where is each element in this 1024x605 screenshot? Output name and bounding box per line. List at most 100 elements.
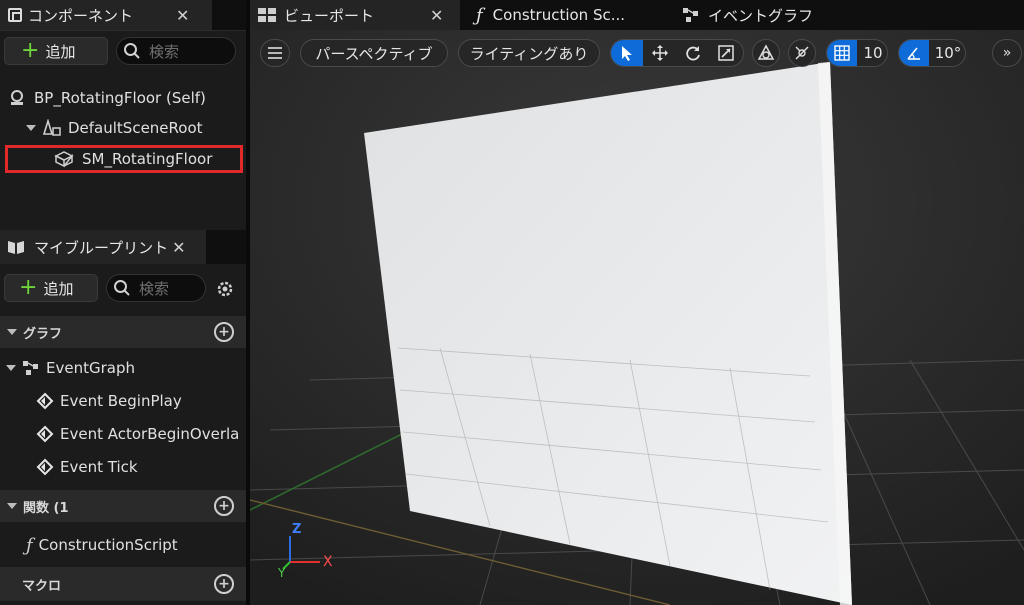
tab-components[interactable]: コンポーネント ✕ — [0, 0, 212, 30]
rotation-snap-control: 10° — [898, 39, 966, 67]
tab-event-graph[interactable]: イベントグラフ — [682, 0, 882, 30]
blueprint-tabbar: マイブループリント ✕ — [0, 230, 246, 264]
chevron-down-icon — [7, 329, 17, 335]
search-icon — [124, 43, 140, 59]
event-diamond-icon — [36, 458, 54, 476]
blueprint-search-input[interactable]: 検索 — [106, 274, 206, 302]
list-item-eventgraph[interactable]: EventGraph — [0, 353, 246, 383]
scale-icon — [718, 45, 734, 61]
transform-tools — [610, 39, 744, 67]
list-item-label: Event BeginPlay — [60, 392, 182, 410]
rotation-snap-value[interactable]: 10° — [930, 40, 966, 66]
section-label: グラフ — [23, 326, 63, 342]
axis-y-label: Y — [278, 566, 286, 580]
double-chevron-right-icon: » — [1002, 45, 1012, 61]
plus-icon: + — [19, 275, 38, 300]
tree-item-label: DefaultSceneRoot — [68, 119, 203, 137]
event-graph-icon — [683, 8, 698, 22]
gear-icon[interactable] — [214, 278, 236, 300]
tab-components-label: コンポーネント — [28, 6, 134, 25]
viewport-icon — [258, 8, 276, 22]
tab-label: Construction Sc... — [492, 6, 626, 24]
list-item-event[interactable]: Event ActorBeginOverla — [0, 419, 246, 449]
tab-my-blueprint-label: マイブループリント — [34, 238, 169, 257]
list-item-event[interactable]: Event Tick — [0, 452, 246, 482]
add-label: 追加 — [45, 42, 76, 61]
tree-item-sm-rotatingfloor[interactable]: SM_RotatingFloor — [4, 144, 246, 174]
list-item-event[interactable]: Event BeginPlay — [0, 386, 246, 416]
perspective-button[interactable]: パースペクティブ — [300, 39, 448, 67]
close-icon[interactable]: ✕ — [430, 6, 443, 25]
tab-viewport[interactable]: ビューポート ✕ — [250, 0, 460, 30]
chevron-down-icon — [6, 365, 16, 371]
lighting-button[interactable]: ライティングあり — [458, 39, 600, 67]
angle-icon — [907, 47, 920, 60]
axis-z-label: Z — [292, 522, 302, 537]
tab-construction-script[interactable]: ƒ Construction Sc... — [464, 0, 674, 30]
search-placeholder: 検索 — [149, 42, 180, 61]
component-icon — [8, 8, 22, 22]
surface-snap-button[interactable] — [788, 39, 816, 67]
hamburger-icon — [268, 47, 282, 59]
rotate-icon — [686, 46, 700, 61]
add-label: 追加 — [43, 279, 74, 298]
grid-snap-control: 10 — [826, 39, 888, 67]
section-macros[interactable]: マクロ + — [0, 567, 246, 601]
tab-my-blueprint[interactable]: マイブループリント ✕ — [0, 230, 206, 264]
more-options-button[interactable]: » — [992, 39, 1022, 67]
event-diamond-icon — [36, 392, 54, 410]
list-item-label: Event Tick — [60, 458, 138, 476]
tree-item-defaultsceneroot[interactable]: DefaultSceneRoot — [0, 113, 246, 143]
search-icon — [114, 280, 130, 296]
actor-icon — [11, 90, 23, 105]
chevron-down-icon — [7, 503, 17, 509]
section-functions[interactable]: 関数 (1 + — [0, 490, 246, 522]
event-graph-icon — [23, 361, 38, 375]
grid-snap-toggle[interactable] — [827, 40, 857, 66]
tab-label: ビューポート — [284, 6, 375, 25]
add-blueprint-button[interactable]: + 追加 — [4, 274, 98, 302]
components-tabbar: コンポーネント ✕ — [0, 0, 246, 31]
event-diamond-icon — [36, 425, 54, 443]
grid-snap-value[interactable]: 10 — [858, 40, 888, 66]
grid-icon — [834, 45, 850, 61]
scale-mode-button[interactable] — [710, 40, 742, 66]
tab-label: イベントグラフ — [708, 6, 814, 25]
rotation-snap-toggle[interactable] — [899, 40, 929, 66]
components-search-input[interactable]: 検索 — [116, 37, 236, 65]
add-macro-icon[interactable]: + — [214, 574, 234, 594]
hamburger-menu-button[interactable] — [260, 39, 290, 67]
chevron-down-icon — [26, 125, 36, 131]
close-icon[interactable]: ✕ — [172, 238, 185, 257]
list-item-label: EventGraph — [46, 359, 135, 377]
section-graph[interactable]: グラフ + — [0, 316, 246, 348]
axis-x-label: X — [323, 554, 333, 570]
viewport-scene — [250, 30, 1024, 605]
scene-root-icon — [42, 119, 61, 136]
section-label: マクロ — [22, 578, 62, 594]
viewport[interactable]: Z X Y — [250, 30, 1024, 605]
add-component-button[interactable]: + 追加 — [4, 37, 108, 65]
tree-item-self[interactable]: BP_RotatingFloor (Self) — [0, 83, 246, 113]
select-mode-button[interactable] — [611, 40, 643, 66]
left-panel: コンポーネント ✕ + 追加 検索 BP_RotatingFloor (Self… — [0, 0, 246, 605]
world-space-icon — [757, 44, 775, 60]
function-icon: ƒ — [26, 534, 33, 556]
section-label: 関数 (1 — [23, 500, 69, 516]
translate-mode-button[interactable] — [644, 40, 676, 66]
add-function-icon[interactable]: + — [214, 496, 234, 516]
function-icon: ƒ — [476, 4, 483, 26]
rotate-mode-button[interactable] — [677, 40, 709, 66]
close-icon[interactable]: ✕ — [176, 6, 189, 25]
plus-icon: + — [21, 38, 40, 63]
add-graph-icon[interactable]: + — [214, 322, 234, 342]
list-item-label: ConstructionScript — [38, 536, 178, 554]
world-local-button[interactable] — [752, 39, 780, 67]
cursor-icon — [622, 46, 632, 61]
list-item-constructionscript[interactable]: ƒ ConstructionScript — [0, 530, 246, 560]
surface-snap-icon — [795, 46, 809, 60]
search-placeholder: 検索 — [139, 279, 170, 298]
list-item-label: Event ActorBeginOverla — [60, 425, 240, 443]
selection-highlight — [5, 145, 243, 173]
tree-item-label: BP_RotatingFloor (Self) — [34, 89, 206, 107]
